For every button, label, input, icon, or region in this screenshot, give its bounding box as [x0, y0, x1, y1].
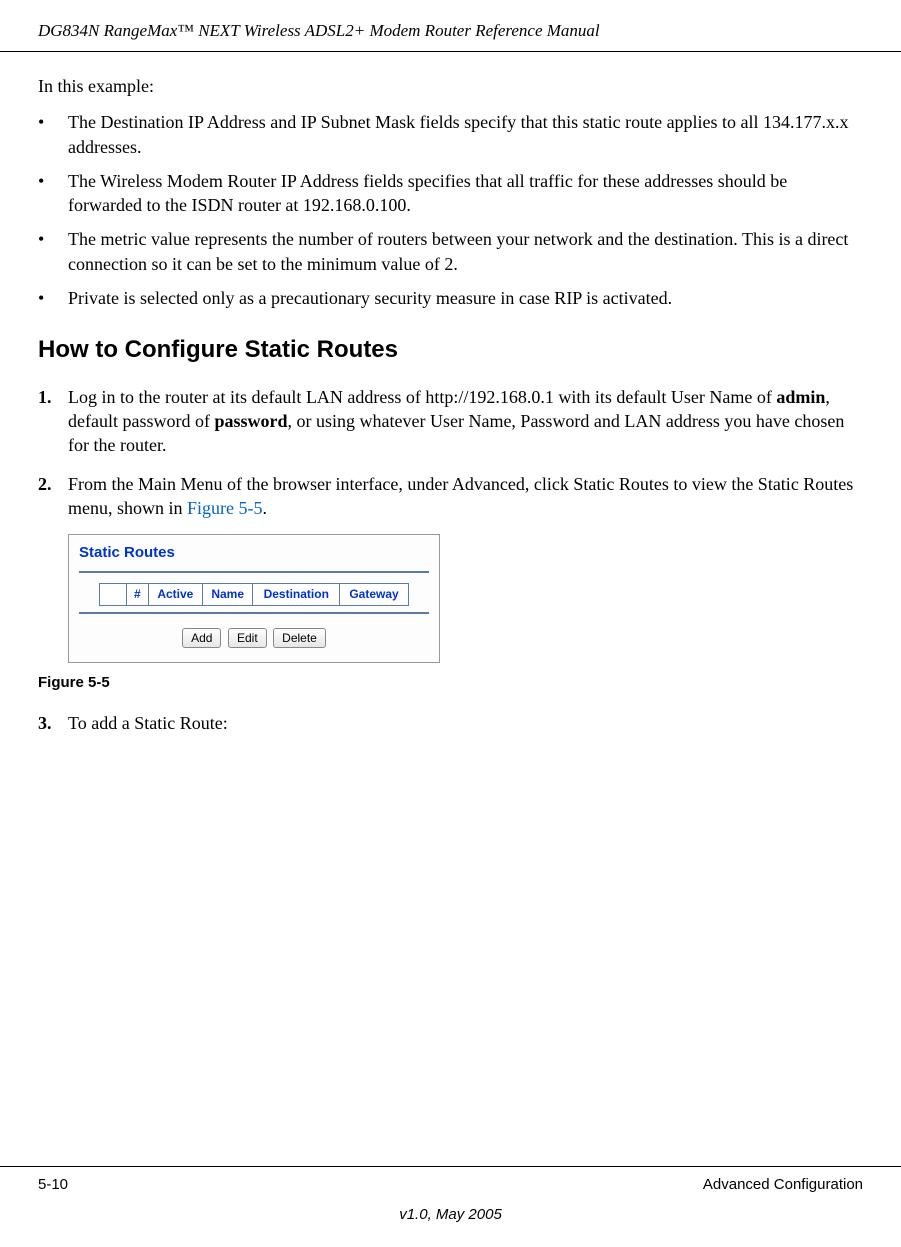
- step2-after: .: [263, 498, 268, 518]
- bullet-item: • The metric value represents the number…: [38, 227, 863, 276]
- figure-title: Static Routes: [79, 543, 429, 563]
- bullet-text: The metric value represents the number o…: [68, 227, 863, 276]
- bullet-marker: •: [38, 110, 68, 159]
- bullet-item: • Private is selected only as a precauti…: [38, 286, 863, 310]
- step-text: To add a Static Route:: [68, 711, 863, 735]
- edit-button[interactable]: Edit: [228, 628, 267, 648]
- table-header-active: Active: [148, 584, 202, 605]
- step-text: From the Main Menu of the browser interf…: [68, 472, 863, 521]
- table-header-row: # Active Name Destination Gateway: [100, 584, 409, 605]
- table-header-hash: #: [127, 584, 149, 605]
- figure-divider: [79, 571, 429, 573]
- add-button[interactable]: Add: [182, 628, 221, 648]
- step-2: 2. From the Main Menu of the browser int…: [38, 472, 863, 521]
- bullet-text: The Wireless Modem Router IP Address fie…: [68, 169, 863, 218]
- figure-link[interactable]: Figure 5-5: [187, 498, 263, 518]
- page-header: DG834N RangeMax™ NEXT Wireless ADSL2+ Mo…: [0, 0, 901, 52]
- footer-row: 5-10 Advanced Configuration: [38, 1175, 863, 1195]
- bullet-text: The Destination IP Address and IP Subnet…: [68, 110, 863, 159]
- footer-page-number: 5-10: [38, 1175, 68, 1195]
- page-footer: 5-10 Advanced Configuration v1.0, May 20…: [0, 1166, 901, 1226]
- table-header-destination: Destination: [253, 584, 340, 605]
- figure-divider: [79, 612, 429, 614]
- bullet-item: • The Wireless Modem Router IP Address f…: [38, 169, 863, 218]
- figure-button-row: Add Edit Delete: [79, 624, 429, 648]
- section-heading: How to Configure Static Routes: [38, 334, 863, 366]
- table-header-name: Name: [202, 584, 253, 605]
- page-content: In this example: • The Destination IP Ad…: [0, 52, 901, 736]
- static-routes-table: # Active Name Destination Gateway: [99, 583, 409, 605]
- bullet-text: Private is selected only as a precaution…: [68, 286, 863, 310]
- bullet-marker: •: [38, 169, 68, 218]
- footer-section-label: Advanced Configuration: [703, 1175, 863, 1195]
- step1-admin: admin: [776, 387, 825, 407]
- bullet-list: • The Destination IP Address and IP Subn…: [38, 110, 863, 310]
- table-header-select: [100, 584, 127, 605]
- step-number: 1.: [38, 385, 68, 458]
- step2-before: From the Main Menu of the browser interf…: [68, 474, 853, 518]
- step1-part1: Log in to the router at its default LAN …: [68, 387, 776, 407]
- bullet-marker: •: [38, 286, 68, 310]
- bullet-marker: •: [38, 227, 68, 276]
- bullet-item: • The Destination IP Address and IP Subn…: [38, 110, 863, 159]
- step-1: 1. Log in to the router at its default L…: [38, 385, 863, 458]
- step-number: 3.: [38, 711, 68, 735]
- step-3: 3. To add a Static Route:: [38, 711, 863, 735]
- step-number: 2.: [38, 472, 68, 521]
- table-header-gateway: Gateway: [340, 584, 409, 605]
- footer-version: v1.0, May 2005: [38, 1205, 863, 1225]
- delete-button[interactable]: Delete: [273, 628, 326, 648]
- static-routes-figure: Static Routes # Active Name Destination …: [68, 534, 440, 663]
- figure-caption: Figure 5-5: [38, 673, 863, 693]
- step-text: Log in to the router at its default LAN …: [68, 385, 863, 458]
- header-title: DG834N RangeMax™ NEXT Wireless ADSL2+ Mo…: [38, 21, 600, 40]
- step1-password: password: [214, 411, 287, 431]
- intro-text: In this example:: [38, 74, 863, 98]
